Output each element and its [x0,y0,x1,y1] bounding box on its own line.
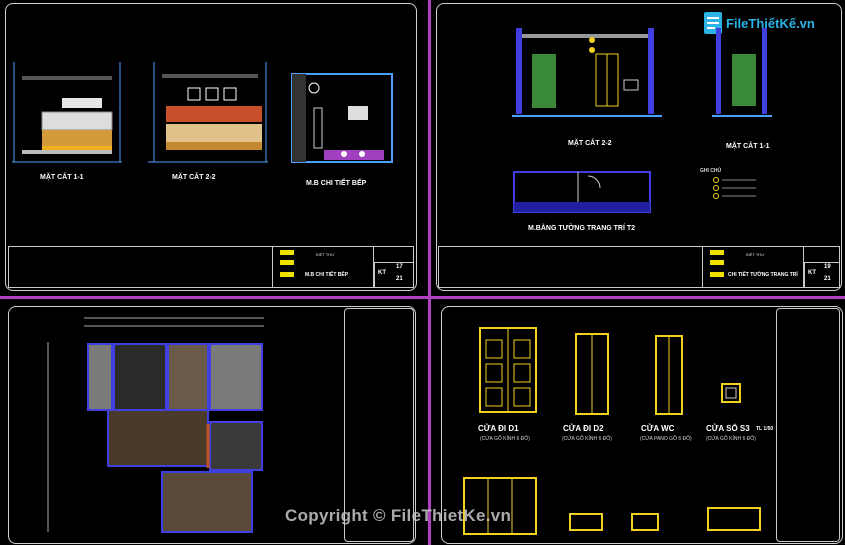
section-2-2-drawing [148,62,268,163]
divider-horizontal [0,296,845,299]
notes-legend [713,177,756,199]
title-block-tl-num2: 21 [396,276,403,282]
door-d2-sub: (CỬA GỖ KÍNH 6 ĐỐ) [562,436,612,442]
title-block-tr-code: KT [808,270,816,276]
door-d2-drawing [575,333,609,415]
door-wc-sub: (CỬA PANO GỖ 6 ĐỐ) [640,436,692,442]
window-s3-label: CỬA SỔ S3 [706,424,750,433]
title-section-2-2-right: MẶT CẮT 2-2 [568,140,612,147]
section-2-2-decor-wall [512,28,662,117]
title-decor-wall-plan: M.BẰNG TƯỜNG TRANG TRÍ T2 [528,225,636,232]
section-1-1-decor-wall [712,28,772,117]
door-d2-label: CỬA ĐI D2 [563,424,604,433]
window-s3-scale: TL 1/50 [756,426,774,432]
door-d1-sub: (CỬA GỖ KÍNH 6 ĐỐ) [480,436,530,442]
kitchen-plan-drawing [291,73,393,163]
title-block-tr-num2: 21 [824,276,831,282]
title-block-tl-yellow-1 [280,250,294,255]
decor-wall-plan [513,171,651,213]
title-block-tr-yellow-2 [710,260,724,265]
title-block-tl-line1: BIỆT THỰ [316,252,335,257]
title-block-tr-line1: BIỆT THỰ [746,252,765,257]
door-d1-drawing [479,327,537,413]
window-s3-sub: (CỬA GỖ KÍNH 6 ĐỐ) [706,436,756,442]
title-block-tr-yellow-1 [710,250,724,255]
title-block-tl-code: KT [378,270,386,276]
title-block-br-side [776,308,840,542]
title-section-2-2: MẶT CẮT 2-2 [172,174,216,181]
title-block-tl-line2: M.B CHI TIẾT BẾP [305,272,349,278]
title-block-tl-yellow-2 [280,260,294,265]
section-1-1-drawing [12,62,122,163]
door-d1-label: CỬA ĐI D1 [478,424,519,433]
title-block-tl-num1: 17 [396,264,403,270]
title-block-tl-yellow-3 [280,272,294,277]
title-block-tr-num1: 19 [824,264,831,270]
divider-vertical [428,0,431,545]
title-section-1-1: MẶT CẮT 1-1 [40,174,84,181]
title-block-tr-line2: CHI TIẾT TƯỜNG TRANG TRÍ [728,272,798,278]
window-s3-drawing [721,383,741,403]
copyright-watermark: Copyright © FileThietKe.vn [285,506,512,525]
title-section-1-1-right: MẶT CẮT 1-1 [726,143,770,150]
door-wc-label: CỬA WC [641,424,675,433]
door-wc-drawing [655,335,683,415]
notes-title: GHI CHÚ [700,168,722,174]
title-kitchen-plan: M.B CHI TIẾT BẾP [306,180,367,187]
title-block-tr-yellow-3 [710,272,724,277]
floor-plan-drawing [47,317,264,533]
